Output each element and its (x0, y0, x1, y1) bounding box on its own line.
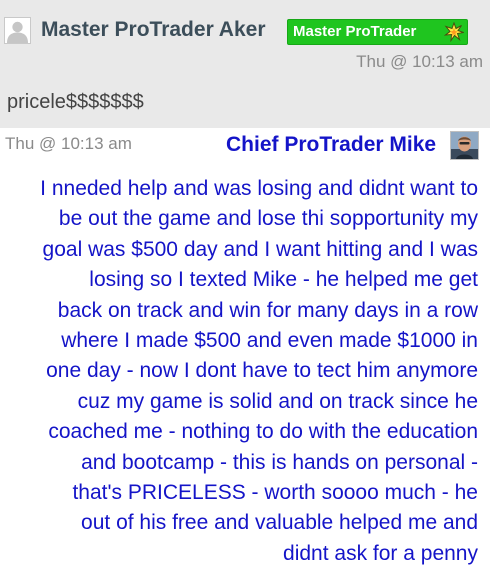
message-line: coached me - nothing to do with the educ… (48, 420, 478, 444)
message-line: losing so I texted Mike - he helped me g… (89, 268, 478, 292)
message-text: pricele$$$$$$$ (7, 91, 144, 113)
star-burst-icon (443, 21, 466, 50)
message-line: cuz my game is solid and on track since … (77, 389, 478, 413)
message-timestamp: Thu @ 10:13 am (356, 52, 483, 71)
message-line: back on track and win for many days in a… (57, 298, 478, 322)
message-line: out of his free and valuable helped me a… (81, 511, 478, 535)
chat-message-mike: Thu @ 10:13 am Chief ProTrader Mike I nn… (0, 128, 490, 586)
message-line: one day - now I dont have to tect him an… (46, 359, 478, 383)
message-line: that's PRICELESS - worth soooo much - he (72, 481, 478, 505)
message-line: I nneded help and was losing and didnt w… (40, 177, 478, 200)
rank-badge: Master ProTrader (287, 19, 468, 45)
message-text: I nneded help and was losing and didnt w… (8, 174, 478, 569)
message-line: where I made $500 and even made $1000 in (61, 329, 478, 353)
message-line: didnt ask for a penny (283, 541, 478, 565)
rank-badge-label: Master ProTrader (293, 23, 417, 40)
message-timestamp: Thu @ 10:13 am (5, 134, 132, 153)
default-user-icon[interactable] (4, 17, 31, 44)
user-photo[interactable] (450, 131, 479, 160)
message-line: goal was $500 day and I want hitting and… (42, 237, 478, 261)
message-line: and bootcamp - this is hands on personal… (81, 450, 478, 474)
chat-message-aker: Master ProTrader Aker Master ProTrader T… (0, 0, 490, 128)
message-line: be out the game and lose thi sopportunit… (58, 207, 478, 231)
author-name[interactable]: Master ProTrader Aker (41, 18, 266, 42)
author-name[interactable]: Chief ProTrader Mike (226, 133, 436, 157)
